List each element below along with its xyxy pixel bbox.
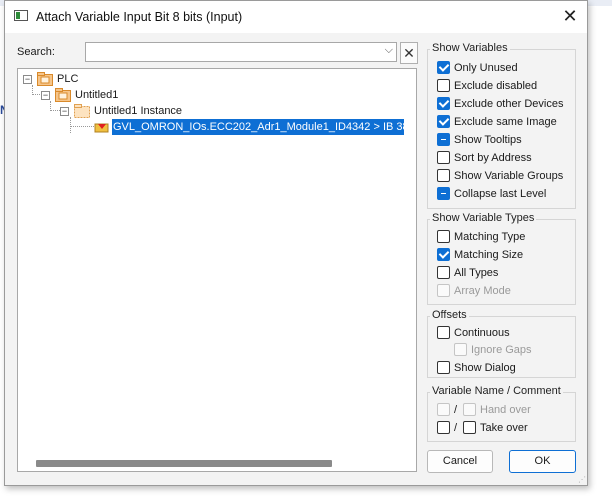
group-title: Show Variables <box>430 42 510 54</box>
checkbox-box <box>437 115 450 128</box>
offsets-group: Offsets Continuous Ignore Gaps Show Dial… <box>427 309 576 378</box>
checkbox-box <box>454 343 467 356</box>
checkbox-box <box>437 248 450 261</box>
checkbox-box <box>437 284 450 297</box>
tree-node-label: PLC <box>57 73 79 85</box>
checkbox-label: Show Dialog <box>454 362 516 374</box>
checkbox-label: Matching Size <box>454 249 524 261</box>
take-over-separator: / <box>454 420 457 436</box>
checkbox-label: All Types <box>454 267 499 279</box>
checkbox-box <box>437 361 450 374</box>
show-variables-group: Show Variables Only Unused Exclude disab… <box>427 42 576 209</box>
resize-grip-icon[interactable]: ⋰ <box>578 475 586 484</box>
checkbox-box <box>437 97 450 110</box>
checkbox-label: Sort by Address <box>454 152 532 164</box>
checkbox-box <box>437 61 450 74</box>
checkbox-label: Exclude other Devices <box>454 98 564 110</box>
tree-connector <box>70 117 71 133</box>
checkbox-label: Take over <box>480 422 528 434</box>
checkbox-box <box>437 421 450 434</box>
show-variable-types-group: Show Variable Types Matching Type Matchi… <box>427 212 576 305</box>
checkbox-label: Array Mode <box>454 285 511 297</box>
checkbox-label: Hand over <box>480 404 531 416</box>
checkbox-label: Matching Type <box>454 231 526 243</box>
folder-icon <box>55 88 71 102</box>
tree-connector <box>50 110 60 111</box>
group-title: Variable Name / Comment <box>430 385 563 397</box>
checkbox-box <box>437 266 450 279</box>
checkbox-box <box>437 79 450 92</box>
tree-node-label: Untitled1 <box>75 89 119 101</box>
tree-node-label-selected: GVL_OMRON_IOs.ECC202_Adr1_Module1_ID4342… <box>112 119 404 135</box>
tree-connector <box>32 85 33 93</box>
variable-name-comment-group: Variable Name / Comment / Hand over / Ta… <box>427 385 576 442</box>
variable-icon <box>94 120 110 134</box>
window-title: Attach Variable Input Bit 8 bits (Input) <box>36 10 243 24</box>
instance-folder-icon <box>74 104 90 118</box>
checkbox-box <box>437 326 450 339</box>
checkbox-box <box>437 169 450 182</box>
checkbox-box <box>463 403 476 416</box>
title-bar: Attach Variable Input Bit 8 bits (Input)… <box>5 1 587 33</box>
checkbox-label: Show Variable Groups <box>454 170 564 182</box>
checkbox-box <box>437 133 450 146</box>
checkbox-box <box>437 230 450 243</box>
collapse-icon[interactable]: − <box>23 75 32 84</box>
search-label: Search: <box>17 46 55 58</box>
checkbox-label: Ignore Gaps <box>471 344 532 356</box>
window-icon <box>14 10 28 21</box>
close-button[interactable]: ✕ <box>559 5 581 27</box>
checkbox-label: Exclude same Image <box>454 116 557 128</box>
variable-tree[interactable]: − PLC − Untitled1 − Untitled1 Instance G… <box>17 68 417 472</box>
checkbox-box <box>463 421 476 434</box>
checkbox-label: Collapse last Level <box>454 188 547 200</box>
tree-node-label: Untitled1 Instance <box>94 105 183 117</box>
checkbox-box <box>437 187 450 200</box>
cancel-button[interactable]: Cancel <box>427 450 493 473</box>
checkbox-box <box>437 151 450 164</box>
folder-icon <box>37 72 53 86</box>
group-title: Offsets <box>430 309 469 321</box>
checkbox-box <box>437 403 450 416</box>
search-input[interactable]: ⌵ <box>85 42 397 62</box>
checkbox-label: Only Unused <box>454 62 518 74</box>
checkbox-label: Show Tooltips <box>454 134 522 146</box>
clear-search-button[interactable]: ✕ <box>400 42 418 64</box>
checkbox-label: Continuous <box>454 327 510 339</box>
separator-label: / <box>454 404 458 416</box>
hand-over-separator: / <box>454 402 457 418</box>
collapse-icon[interactable]: − <box>41 91 50 100</box>
chevron-down-icon[interactable]: ⌵ <box>385 44 393 57</box>
tree-connector <box>70 126 94 127</box>
horizontal-scrollbar-thumb[interactable] <box>36 460 332 467</box>
attach-variable-dialog: Attach Variable Input Bit 8 bits (Input)… <box>4 0 588 486</box>
collapse-icon[interactable]: − <box>60 107 69 116</box>
tree-connector <box>50 101 51 109</box>
checkbox-label: Exclude disabled <box>454 80 538 92</box>
separator-label: / <box>454 422 458 434</box>
ok-button[interactable]: OK <box>509 450 576 473</box>
group-title: Show Variable Types <box>430 212 537 224</box>
